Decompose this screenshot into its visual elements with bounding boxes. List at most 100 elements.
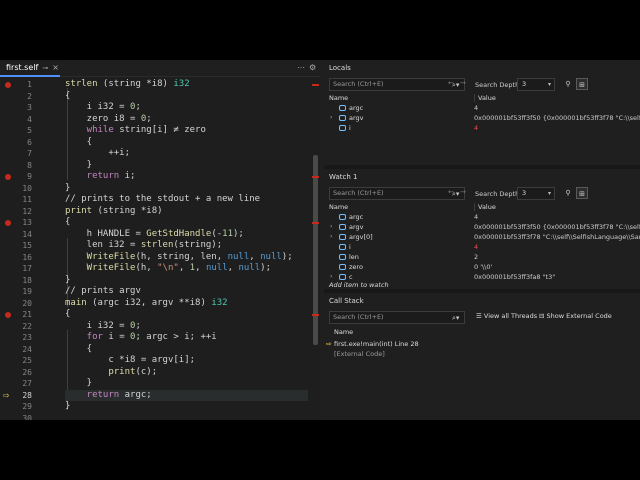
- variable-row[interactable]: zero 0 '\\0': [324, 262, 640, 272]
- code-line[interactable]: // prints argv: [65, 286, 141, 298]
- variable-value[interactable]: 2: [474, 252, 478, 262]
- code-line[interactable]: return argc;: [65, 389, 308, 401]
- watch-search-input[interactable]: Search (Ctrl+E) ⌕▾: [329, 187, 465, 200]
- variable-value[interactable]: 4: [474, 103, 478, 113]
- scrollbar-thumb[interactable]: [313, 155, 318, 345]
- callstack-search-input[interactable]: Search (Ctrl+E) ⌕▾: [329, 311, 465, 324]
- variable-value[interactable]: 4: [474, 242, 478, 252]
- forward-arrow-icon[interactable]: →: [460, 188, 466, 196]
- editor-gutter[interactable]: 1 2 3 4 5 6 7 8 9 10 11 12 13 14 15 16 17 18 19 20 21 22 23 24 2…: [0, 77, 40, 420]
- code-line[interactable]: }: [65, 160, 92, 172]
- gutter-line[interactable]: 25: [0, 355, 40, 367]
- breakpoint-icon[interactable]: [5, 312, 11, 318]
- gutter-line[interactable]: 14: [0, 229, 40, 241]
- code-line[interactable]: for i = 0; argc > i; ++i: [65, 332, 217, 344]
- gutter-line[interactable]: 26: [0, 367, 40, 379]
- code-line[interactable]: return i;: [65, 171, 136, 183]
- show-external-code-button[interactable]: ⊟ Show External Code: [539, 312, 612, 320]
- search-depth-select[interactable]: 3 ▾: [517, 187, 555, 200]
- code-line[interactable]: {: [65, 217, 70, 229]
- settings-gear-icon[interactable]: ⚙: [309, 63, 316, 72]
- expand-chevron-icon[interactable]: ›: [330, 232, 332, 242]
- gutter-line[interactable]: 7: [0, 148, 40, 160]
- code-line[interactable]: h HANDLE = GetStdHandle(-11);: [65, 229, 244, 241]
- filter-pin-icon[interactable]: ⚲: [562, 78, 574, 90]
- locals-search-input[interactable]: Search (Ctrl+E) ⌕▾: [329, 78, 465, 91]
- variable-value[interactable]: 0x000001bf53ff3f50 {0x000001bf53ff3f78 "…: [474, 222, 640, 232]
- code-line[interactable]: {: [65, 91, 70, 103]
- code-line[interactable]: while string[i] ≠ zero: [65, 125, 206, 137]
- code-area[interactable]: strlen (string *i8) i32{ i i32 = 0; zero…: [65, 77, 310, 420]
- gutter-line[interactable]: 10: [0, 183, 40, 195]
- code-line[interactable]: }: [65, 183, 70, 195]
- code-line[interactable]: {: [65, 137, 92, 149]
- variable-value[interactable]: 0x000001bf53ff3f50 {0x000001bf53ff3f78 "…: [474, 113, 640, 123]
- gutter-line[interactable]: 11: [0, 194, 40, 206]
- gutter-line[interactable]: 13: [0, 217, 40, 229]
- gutter-line[interactable]: 5: [0, 125, 40, 137]
- gutter-line[interactable]: 15: [0, 240, 40, 252]
- variable-row[interactable]: i4: [324, 242, 640, 252]
- gutter-line[interactable]: 22: [0, 321, 40, 333]
- code-line[interactable]: WriteFile(h, "\n", 1, null, null);: [65, 263, 271, 275]
- search-icon[interactable]: ⌕▾: [452, 313, 459, 324]
- tab-list-dropdown-icon[interactable]: ⋯: [297, 63, 305, 72]
- expand-chevron-icon[interactable]: ›: [330, 113, 332, 123]
- gutter-line[interactable]: 18: [0, 275, 40, 287]
- variable-row[interactable]: argc 4: [324, 103, 640, 113]
- gutter-line[interactable]: 30: [0, 413, 40, 421]
- expand-chevron-icon[interactable]: ›: [330, 222, 332, 232]
- code-line[interactable]: c *i8 = argv[i];: [65, 355, 195, 367]
- search-depth-select[interactable]: 3 ▾: [517, 78, 555, 91]
- code-line[interactable]: print (string *i8): [65, 206, 163, 218]
- gutter-line[interactable]: 3: [0, 102, 40, 114]
- gutter-line[interactable]: 4: [0, 114, 40, 126]
- gutter-line[interactable]: 6: [0, 137, 40, 149]
- gutter-line[interactable]: 9: [0, 171, 40, 183]
- forward-arrow-icon[interactable]: →: [460, 79, 466, 87]
- gutter-line[interactable]: 29: [0, 401, 40, 413]
- variable-value[interactable]: 0 '\\0': [474, 262, 492, 272]
- variable-row[interactable]: › argv 0x000001bf53ff3f50 {0x000001bf53ff3…: [324, 222, 640, 232]
- view-hex-button[interactable]: ⊞: [576, 78, 588, 90]
- code-line[interactable]: }: [65, 275, 70, 287]
- gutter-line[interactable]: 17: [0, 263, 40, 275]
- gutter-line[interactable]: 21: [0, 309, 40, 321]
- gutter-line[interactable]: 24: [0, 344, 40, 356]
- view-hex-button[interactable]: ⊞: [576, 187, 588, 199]
- code-line[interactable]: len i32 = strlen(string);: [65, 240, 222, 252]
- variable-row[interactable]: argc 4: [324, 212, 640, 222]
- variable-value[interactable]: 0x000001bf53ff3f78 "C:\\self\\SelfishLan…: [474, 232, 640, 242]
- gutter-line[interactable]: 12: [0, 206, 40, 218]
- callstack-row[interactable]: [External Code]: [324, 350, 640, 359]
- gutter-line[interactable]: 2: [0, 91, 40, 103]
- gutter-line[interactable]: 27: [0, 378, 40, 390]
- code-line[interactable]: // prints to the stdout + a new line: [65, 194, 260, 206]
- gutter-line[interactable]: 8: [0, 160, 40, 172]
- code-line[interactable]: i i32 = 0;: [65, 102, 141, 114]
- gutter-line[interactable]: 23: [0, 332, 40, 344]
- variable-row[interactable]: i4: [324, 123, 640, 133]
- back-arrow-icon[interactable]: ←: [448, 79, 454, 87]
- code-line[interactable]: i i32 = 0;: [65, 321, 141, 333]
- code-line[interactable]: zero i8 = 0;: [65, 114, 152, 126]
- code-line[interactable]: strlen (string *i8) i32: [65, 79, 190, 91]
- gutter-line[interactable]: 16: [0, 252, 40, 264]
- editor-vertical-scrollbar[interactable]: [311, 77, 320, 420]
- back-arrow-icon[interactable]: ←: [448, 188, 454, 196]
- gutter-line[interactable]: 19: [0, 286, 40, 298]
- add-watch-item[interactable]: Add item to watch: [329, 281, 389, 289]
- close-icon[interactable]: ×: [52, 63, 59, 72]
- variable-row[interactable]: › argv[0] 0x000001bf53ff3f78 "C:\\self\\Se…: [324, 232, 640, 242]
- variable-row[interactable]: › argv 0x000001bf53ff3f50 {0x000001bf53ff3…: [324, 113, 640, 123]
- breakpoint-icon[interactable]: [5, 82, 11, 88]
- variable-value[interactable]: 4: [474, 123, 478, 133]
- callstack-row[interactable]: ⇨ first.exe!main(int) Line 28: [324, 340, 640, 349]
- tab-first-self[interactable]: first.self ⊸ ×: [0, 60, 60, 77]
- gutter-line[interactable]: 1: [0, 79, 40, 91]
- gutter-line[interactable]: 20: [0, 298, 40, 310]
- breakpoint-icon[interactable]: [5, 220, 11, 226]
- code-line[interactable]: main (argc i32, argv **i8) i32: [65, 298, 228, 310]
- variable-value[interactable]: 0x000001bf53ff3fa8 "t3": [474, 272, 555, 282]
- code-line[interactable]: }: [65, 401, 70, 413]
